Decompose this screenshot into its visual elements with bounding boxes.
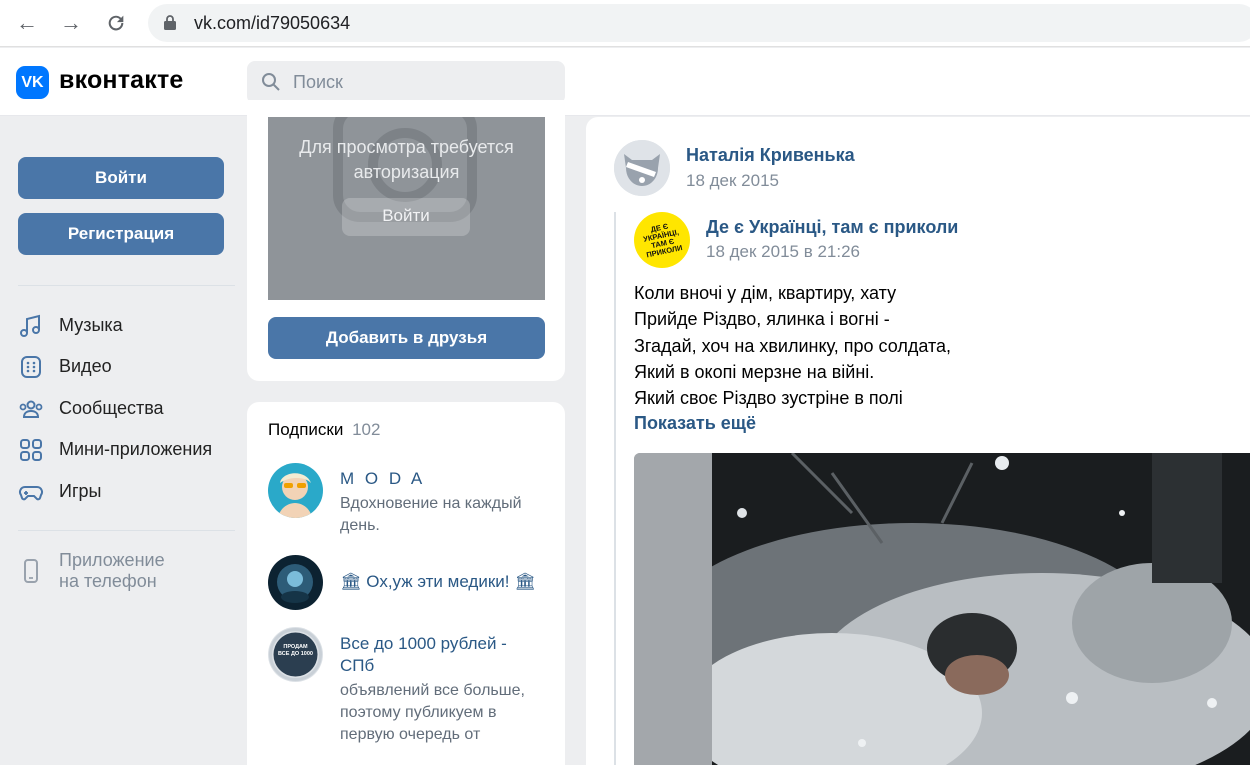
avatar[interactable]: ДЕ Є УКРАЇНЦІ, ТАМ Є ПРИКОЛИ [634, 212, 690, 268]
brand-name[interactable]: вконтакте [59, 66, 184, 95]
sidebar-item-games[interactable]: Игры [18, 477, 238, 507]
subscription-name[interactable]: M O D A [340, 469, 425, 489]
phone-icon [24, 559, 38, 583]
sidebar-divider [18, 285, 235, 286]
deactivated-avatar-icon [614, 140, 670, 196]
gamepad-icon [19, 486, 43, 501]
subscription-name[interactable]: Все до 1000 рублей - СПб [340, 633, 530, 677]
post-text-line: Згадай, хоч на хвилинку, про солдата, [634, 335, 952, 356]
back-icon[interactable]: ← [14, 10, 40, 36]
sidebar-item-music[interactable]: Музыка [18, 311, 238, 341]
avatar[interactable] [268, 555, 323, 610]
avatar-text: ПРОДАМ ВСЕ ДО 1000 [278, 644, 313, 657]
search-input[interactable]: Поиск [247, 61, 565, 104]
browser-toolbar: ← → vk.com/id79050634 [0, 0, 1250, 47]
sidebar-item-label: Видео [59, 356, 112, 376]
register-button[interactable]: Регистрация [18, 213, 224, 255]
subscription-name[interactable]: 🏛 Ох,уж эти медики! 🏛 [340, 572, 536, 592]
subscription-desc: Вдохновение на каждый день. [340, 495, 522, 534]
avatar[interactable] [614, 140, 670, 196]
add-friend-button[interactable]: Добавить в друзья [268, 317, 545, 359]
repost-date[interactable]: 18 дек 2015 в 21:26 [706, 242, 860, 262]
forward-icon[interactable]: → [58, 10, 84, 36]
subscription-desc: объявлений все больше, поэтому публикуем… [340, 682, 525, 743]
subscriptions-title: Подписки [268, 420, 344, 439]
video-icon [21, 356, 41, 378]
subscriptions-header[interactable]: Подписки 102 [268, 420, 380, 440]
vk-logo-icon[interactable]: VK [16, 66, 49, 99]
address-bar[interactable]: vk.com/id79050634 [148, 4, 1250, 42]
snow-soldier-photo [712, 453, 1250, 765]
auth-required-text: Для просмотра требуется авторизация [268, 135, 545, 185]
sidebar-item-label: Сообщества [59, 398, 164, 418]
sidebar-item-mobile-app[interactable]: Приложение на телефон [18, 549, 238, 595]
sidebar-item-label: Игры [59, 481, 102, 501]
mobile-app-line2: на телефон [59, 571, 157, 591]
community-icon [19, 400, 43, 418]
post-text-line: Коли вночі у дім, квартиру, хату [634, 283, 897, 303]
post-author-name[interactable]: Наталія Кривенька [686, 145, 855, 166]
post-text-line: Який своє Різдво зустріне в полі [634, 388, 903, 409]
post-text: Коли вночі у дім, квартиру, хату Прийде … [634, 280, 1234, 411]
sidebar-item-label: Музыка [59, 315, 123, 335]
search-icon [262, 73, 280, 91]
post-text-line: Який в окопі мерзне на війні. [634, 361, 875, 382]
profile-photo-placeholder: Для просмотра требуется авторизация Войт… [268, 117, 545, 300]
sidebar-item-communities[interactable]: Сообщества [18, 394, 238, 424]
repost-indicator [614, 212, 616, 765]
url-text: vk.com/id79050634 [194, 13, 351, 33]
repost-group-name[interactable]: Де є Українці, там є приколи [706, 217, 958, 238]
avatar[interactable] [268, 463, 323, 518]
show-more-link[interactable]: Показать ещё [634, 413, 756, 434]
mini-apps-icon [20, 439, 42, 461]
search-placeholder: Поиск [293, 72, 343, 92]
post-text-line: Прийде Різдво, ялинка і вогні - [634, 309, 890, 330]
auth-required-line2: авторизация [353, 162, 460, 182]
site-header: VK вконтакте Поиск [0, 48, 1250, 116]
login-button[interactable]: Войти [18, 157, 224, 199]
sidebar-item-video[interactable]: Видео [18, 352, 238, 382]
lock-icon [164, 15, 176, 30]
music-note-icon [20, 314, 40, 337]
photo-login-button[interactable]: Войти [342, 198, 470, 236]
auth-required-line1: Для просмотра требуется [299, 137, 514, 157]
avatar[interactable]: ПРОДАМ ВСЕ ДО 1000 [268, 627, 323, 682]
post-date[interactable]: 18 дек 2015 [686, 171, 779, 191]
sidebar-item-label: Мини-приложения [59, 439, 213, 459]
sidebar-item-mini-apps[interactable]: Мини-приложения [18, 435, 238, 465]
mobile-app-line1: Приложение [59, 550, 165, 570]
group-avatar-text: ДЕ Є УКРАЇНЦІ, ТАМ Є ПРИКОЛИ [642, 221, 684, 260]
post-photo[interactable] [634, 453, 1250, 765]
reload-icon[interactable] [103, 10, 129, 36]
subscriptions-count: 102 [352, 420, 381, 439]
sidebar-divider [18, 530, 235, 531]
